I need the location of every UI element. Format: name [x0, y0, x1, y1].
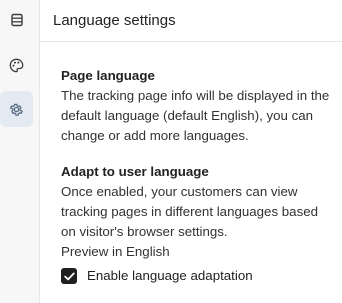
gear-icon — [9, 102, 24, 117]
app-window: Language settings Page language The trac… — [0, 0, 342, 303]
adapt-language-section: Adapt to user language Once enabled, you… — [61, 162, 321, 286]
language-adaptation-option[interactable]: Enable language adaptation — [61, 266, 321, 286]
sidebar-item-theme[interactable] — [0, 47, 33, 83]
adapt-language-description: Once enabled, your customers can view tr… — [61, 184, 319, 239]
list-icon — [10, 13, 24, 27]
settings-panel: Language settings Page language The trac… — [40, 0, 342, 303]
preview-link[interactable]: Preview in English — [61, 242, 321, 262]
panel-body: Page language The tracking page info wil… — [40, 42, 342, 286]
sidebar-item-list[interactable] — [0, 2, 33, 38]
sidebar-item-settings[interactable] — [0, 91, 33, 127]
page-title: Language settings — [53, 12, 176, 29]
language-adaptation-label: Enable language adaptation — [87, 268, 253, 283]
page-language-description: The tracking page info will be displayed… — [61, 88, 330, 143]
palette-icon — [9, 58, 24, 73]
page-language-title: Page language — [61, 68, 155, 83]
panel-header: Language settings — [40, 0, 342, 42]
checkmark-icon — [63, 272, 75, 280]
language-adaptation-checkbox[interactable] — [61, 268, 77, 284]
adapt-language-title: Adapt to user language — [61, 164, 209, 179]
icon-sidebar — [0, 0, 40, 303]
page-language-section: Page language The tracking page info wil… — [61, 66, 329, 146]
